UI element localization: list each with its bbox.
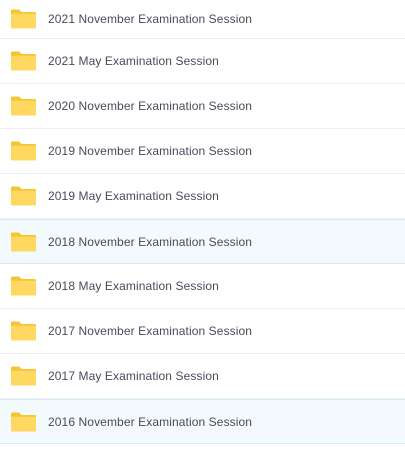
folder-list: 2021 November Examination Session 2021 M…: [0, 0, 405, 453]
folder-row-6[interactable]: 2018 November Examination Session: [0, 219, 405, 264]
folder-label: 2020 November Examination Session: [48, 99, 253, 113]
folder-label: 2021 May Examination Session: [48, 54, 219, 68]
folder-icon: [10, 9, 37, 29]
folder-icon: [10, 321, 37, 341]
folder-row-7[interactable]: 2018 May Examination Session: [0, 264, 405, 309]
folder-label: 2017 May Examination Session: [48, 369, 219, 383]
folder-row-5[interactable]: 2019 May Examination Session: [0, 174, 405, 219]
folder-icon: [10, 96, 37, 116]
folder-icon: [10, 232, 37, 252]
folder-icon: [10, 276, 37, 296]
folder-label: 2018 November Examination Session: [48, 234, 253, 249]
folder-icon: [10, 186, 37, 206]
folder-label: 2016 November Examination Session: [48, 414, 253, 429]
folder-row-10[interactable]: 2016 November Examination Session: [0, 399, 405, 444]
folder-icon: [10, 141, 37, 161]
folder-label: 2017 November Examination Session: [48, 324, 253, 338]
folder-icon: [10, 366, 37, 386]
folder-row-2[interactable]: 2021 May Examination Session: [0, 39, 405, 84]
folder-label: 2019 May Examination Session: [48, 189, 219, 203]
folder-row-9[interactable]: 2017 May Examination Session: [0, 354, 405, 399]
folder-row-1[interactable]: 2021 November Examination Session: [0, 0, 405, 39]
folder-row-8[interactable]: 2017 November Examination Session: [0, 309, 405, 354]
folder-label: 2018 May Examination Session: [48, 279, 219, 293]
folder-row-3[interactable]: 2020 November Examination Session: [0, 84, 405, 129]
folder-row-4[interactable]: 2019 November Examination Session: [0, 129, 405, 174]
folder-icon: [10, 51, 37, 71]
folder-label: 2021 November Examination Session: [48, 12, 253, 26]
folder-icon: [10, 412, 37, 432]
folder-label: 2019 November Examination Session: [48, 144, 253, 158]
